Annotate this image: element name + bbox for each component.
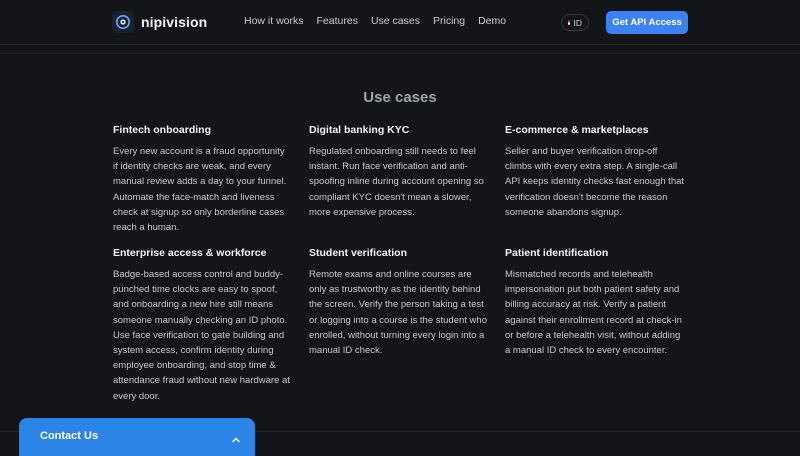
card-text: Regulated onboarding still needs to feel… (309, 146, 484, 218)
nav-pricing[interactable]: Pricing (433, 15, 465, 27)
use-case-card-fintech: Fintech onboarding Every new account is … (113, 124, 291, 235)
card-text: Badge-based access control and buddy-pun… (113, 269, 290, 402)
use-case-card-patient: Patient identification Mismatched record… (505, 247, 685, 358)
nav-use-cases[interactable]: Use cases (371, 15, 420, 27)
card-text: Seller and buyer verification drop-off c… (505, 146, 685, 218)
section-title: Use cases (363, 89, 437, 106)
contact-us-label: Contact Us (40, 430, 99, 442)
brand-logo[interactable]: nipivision (112, 11, 207, 33)
nav-how-it-works[interactable]: How it works (244, 15, 304, 27)
card-text: Every new account is a fraud opportunity… (113, 146, 287, 234)
brand-name: nipivision (141, 14, 208, 30)
get-api-access-button[interactable]: Get API Access (606, 11, 688, 34)
main-navigation: How it works Features Use cases Pricing … (244, 15, 506, 27)
language-code: ID (573, 17, 583, 28)
divider (0, 53, 800, 54)
contact-us-widget[interactable]: Contact Us (19, 418, 255, 456)
card-title: Digital banking KYC (309, 124, 410, 136)
page: nipivision How it works Features Use cas… (0, 0, 800, 456)
use-case-card-ecommerce: E-commerce & marketplaces Seller and buy… (505, 124, 685, 220)
indonesia-flag-icon (568, 20, 570, 25)
card-text: Remote exams and online courses are only… (309, 269, 487, 357)
top-nav-bar: nipivision How it works Features Use cas… (0, 0, 800, 45)
card-title: E-commerce & marketplaces (505, 124, 649, 136)
card-text: Mismatched records and telehealth impers… (505, 269, 682, 357)
card-title: Fintech onboarding (113, 124, 211, 136)
use-case-card-banking-kyc: Digital banking KYC Regulated onboarding… (309, 124, 487, 220)
aperture-logo-icon (112, 11, 134, 33)
card-title: Student verification (309, 247, 408, 259)
card-title: Enterprise access & workforce (113, 247, 267, 259)
card-title: Patient identification (505, 247, 609, 259)
nav-features[interactable]: Features (317, 15, 358, 27)
nav-demo[interactable]: Demo (478, 15, 506, 27)
use-case-card-student: Student verification Remote exams and on… (309, 247, 487, 358)
use-case-card-enterprise: Enterprise access & workforce Badge-base… (113, 247, 291, 404)
chevron-up-icon[interactable] (231, 432, 241, 443)
language-selector[interactable]: ID (561, 14, 589, 31)
